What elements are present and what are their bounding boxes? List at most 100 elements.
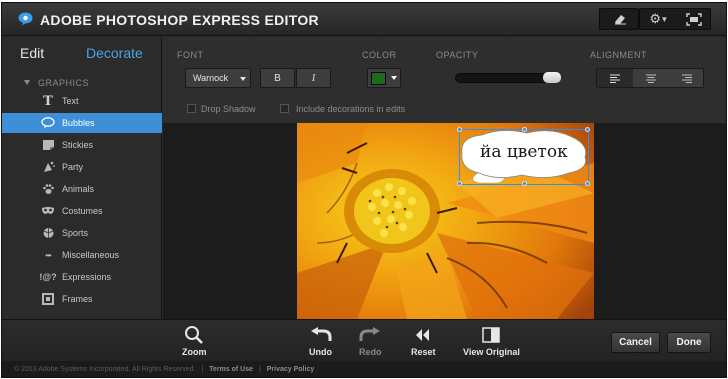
alignment-label: ALIGNMENT bbox=[590, 50, 648, 60]
undo-label: Undo bbox=[309, 347, 332, 357]
canvas-area: йа цветок bbox=[163, 123, 726, 319]
sidebar-item-miscellaneous[interactable]: ••• Miscellaneous bbox=[2, 245, 162, 265]
font-label: FONT bbox=[177, 50, 204, 60]
sidebar-item-stickies[interactable]: Stickies bbox=[2, 135, 162, 155]
app-title: ADOBE PHOTOSHOP EXPRESS EDITOR bbox=[40, 12, 319, 28]
view-original-button[interactable]: View Original bbox=[463, 326, 520, 357]
flower-photo[interactable]: йа цветок bbox=[297, 123, 594, 319]
opacity-label: OPACITY bbox=[436, 50, 479, 60]
resize-handle[interactable] bbox=[522, 127, 527, 132]
tab-edit[interactable]: Edit bbox=[20, 45, 44, 61]
graphics-section-header[interactable]: GRAPHICS bbox=[24, 78, 89, 88]
sidebar-item-animals[interactable]: Animals bbox=[2, 179, 162, 199]
view-original-label: View Original bbox=[463, 347, 520, 357]
undo-button[interactable]: Undo bbox=[309, 326, 332, 357]
sidebar-item-expressions[interactable]: !@? Expressions bbox=[2, 267, 162, 287]
resize-handle[interactable] bbox=[457, 127, 462, 132]
align-left-button[interactable] bbox=[597, 69, 633, 87]
resize-handle[interactable] bbox=[522, 181, 527, 186]
opacity-slider-handle[interactable] bbox=[543, 72, 561, 83]
redo-icon bbox=[359, 327, 381, 341]
sidebar-item-sports[interactable]: Sports bbox=[2, 223, 162, 243]
sidebar-item-party[interactable]: Party bbox=[2, 157, 162, 177]
redo-button[interactable]: Redo bbox=[359, 326, 382, 357]
cancel-button[interactable]: Cancel bbox=[611, 332, 660, 353]
title-bar: ADOBE PHOTOSHOP EXPRESS EDITOR ⚙ ▾ bbox=[2, 3, 726, 36]
speech-bubble-logo-icon bbox=[18, 12, 33, 26]
sidebar-item-label: Party bbox=[62, 162, 84, 172]
terms-link[interactable]: Terms of Use bbox=[209, 366, 253, 373]
sidebar-item-label: Stickies bbox=[62, 140, 94, 150]
zoom-label: Zoom bbox=[182, 347, 207, 357]
italic-button[interactable]: I bbox=[296, 68, 331, 88]
done-button[interactable]: Done bbox=[667, 332, 711, 353]
color-label: COLOR bbox=[362, 50, 397, 60]
mask-icon bbox=[40, 204, 56, 218]
ball-icon bbox=[40, 226, 56, 240]
resize-handle[interactable] bbox=[585, 127, 590, 132]
font-value: Warnock bbox=[193, 73, 229, 83]
align-center-button[interactable] bbox=[633, 69, 669, 87]
bold-button[interactable]: B bbox=[260, 68, 295, 88]
left-panel: Edit Decorate GRAPHICS T Text Bubbles St… bbox=[2, 37, 162, 319]
alignment-buttons bbox=[596, 68, 704, 88]
text-options-bar: FONT Warnock B I COLOR OPACITY ALIGNMENT bbox=[163, 37, 726, 123]
color-swatch bbox=[371, 72, 386, 85]
bottom-toolbar: Zoom Undo Redo Reset View Original Cance… bbox=[2, 319, 726, 361]
fullscreen-button[interactable] bbox=[676, 9, 712, 29]
chevron-down-icon bbox=[240, 77, 246, 81]
sidebar-item-label: Costumes bbox=[62, 206, 103, 216]
expressions-icon: !@? bbox=[39, 272, 57, 282]
editor-window: ADOBE PHOTOSHOP EXPRESS EDITOR ⚙ ▾ Edit … bbox=[1, 2, 727, 378]
reset-button[interactable]: Reset bbox=[411, 326, 436, 357]
gear-icon: ⚙ bbox=[649, 11, 662, 26]
sidebar-item-frames[interactable]: Frames bbox=[2, 289, 162, 309]
reset-label: Reset bbox=[411, 347, 436, 357]
sidebar-item-label: Frames bbox=[62, 294, 93, 304]
rewind-icon bbox=[416, 329, 430, 341]
sidebar-item-label: Animals bbox=[62, 184, 95, 194]
section-title: GRAPHICS bbox=[38, 78, 90, 88]
footer-separator: | bbox=[201, 366, 204, 373]
tab-decorate[interactable]: Decorate bbox=[86, 45, 143, 61]
chevron-down-icon bbox=[391, 76, 397, 80]
sidebar-item-bubbles[interactable]: Bubbles bbox=[2, 113, 162, 133]
resize-handle[interactable] bbox=[585, 181, 590, 186]
align-center-icon bbox=[646, 74, 656, 83]
sidebar-item-label: Expressions bbox=[62, 272, 112, 282]
compare-icon bbox=[482, 327, 501, 343]
dots-icon: ••• bbox=[45, 250, 51, 260]
frame-icon bbox=[40, 292, 56, 306]
fullscreen-icon bbox=[686, 12, 702, 26]
sidebar-item-label: Bubbles bbox=[62, 118, 95, 128]
sidebar-item-label: Sports bbox=[62, 228, 89, 238]
privacy-link[interactable]: Privacy Policy bbox=[267, 366, 314, 373]
zoom-button[interactable]: Zoom bbox=[182, 326, 207, 357]
footer: © 2013 Adobe Systems Incorporated. All R… bbox=[2, 361, 726, 377]
eraser-button[interactable] bbox=[600, 9, 640, 29]
paw-icon bbox=[40, 182, 56, 196]
align-right-button[interactable] bbox=[669, 69, 705, 87]
font-dropdown[interactable]: Warnock bbox=[185, 68, 251, 88]
sidebar-item-label: Miscellaneous bbox=[62, 250, 120, 260]
speech-bubble-text[interactable]: йа цветок bbox=[480, 142, 568, 162]
sidebar-item-label: Text bbox=[62, 96, 79, 106]
resize-handle[interactable] bbox=[457, 181, 462, 186]
text-t-icon: T bbox=[43, 93, 53, 109]
drop-shadow-label: Drop Shadow bbox=[201, 104, 256, 114]
align-right-icon bbox=[682, 74, 692, 83]
settings-button[interactable]: ⚙ ▾ bbox=[640, 9, 676, 29]
eraser-icon bbox=[615, 15, 626, 25]
party-icon bbox=[40, 160, 56, 174]
include-decorations-checkbox[interactable] bbox=[280, 104, 289, 113]
color-picker[interactable] bbox=[367, 68, 401, 88]
undo-icon bbox=[310, 327, 331, 341]
magnifier-icon bbox=[185, 326, 204, 344]
sidebar-item-costumes[interactable]: Costumes bbox=[2, 201, 162, 221]
drop-shadow-checkbox[interactable] bbox=[187, 104, 196, 113]
copyright-text: © 2013 Adobe Systems Incorporated. All R… bbox=[14, 366, 196, 373]
footer-separator: | bbox=[258, 366, 261, 373]
align-left-icon bbox=[610, 74, 620, 83]
triangle-down-icon bbox=[24, 80, 30, 85]
sidebar-item-text[interactable]: T Text bbox=[2, 91, 162, 111]
